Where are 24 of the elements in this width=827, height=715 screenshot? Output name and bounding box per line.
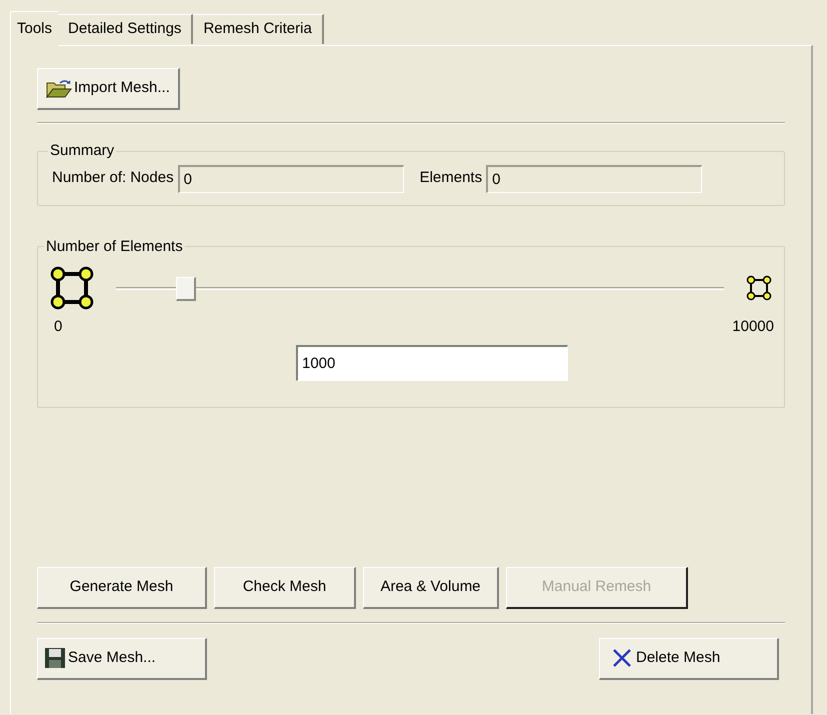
group-title: Number of Elements [45,236,184,256]
delete-mesh-button[interactable]: Delete Mesh [599,638,779,680]
group-title: Summary [49,141,116,161]
action-button[interactable]: Area & Volume [363,566,499,608]
readonly-field: 0 [178,164,404,192]
mesh-icon [48,264,96,312]
field-label: Elements [420,168,482,188]
save-mesh-button[interactable]: Save Mesh... [37,638,207,680]
close-icon [612,648,632,668]
action-button[interactable]: Check Mesh [214,566,356,608]
field-label: Nodes [130,168,174,188]
folder-icon [46,78,72,98]
slider-thumb[interactable] [176,277,196,301]
min-label: 0 [54,317,62,337]
mesh-icon [744,273,774,303]
tab[interactable]: Remesh Criteria [193,14,324,44]
import-mesh-button[interactable]: Import Mesh... [37,68,180,110]
readonly-field: 0 [486,164,702,192]
max-label: 10000 [732,317,774,337]
tab[interactable]: Detailed Settings [58,14,194,44]
element-count-input[interactable]: 1000 [296,344,568,380]
action-button[interactable]: Generate Mesh [37,566,207,608]
field-label: Number of: [52,168,126,188]
tab[interactable]: Tools [10,11,58,46]
